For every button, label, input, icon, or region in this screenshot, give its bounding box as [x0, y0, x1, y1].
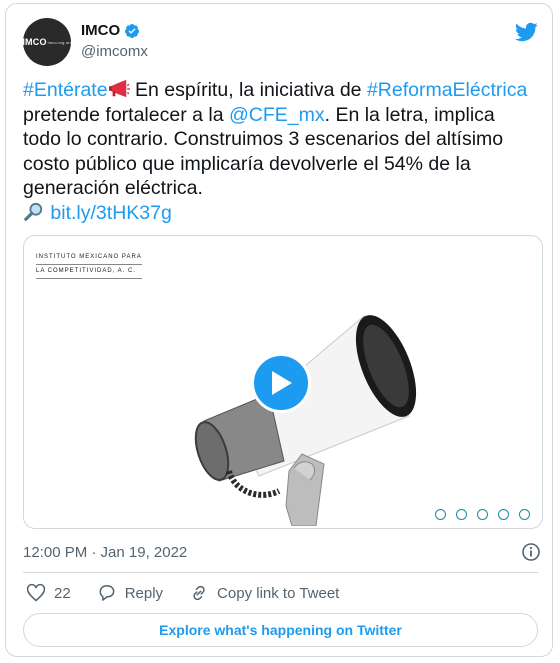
tweet-card: IMCO imco.org.mx IMCO @imcomx #Entérate E…	[5, 3, 553, 657]
reply-label: Reply	[124, 584, 164, 602]
avatar-logo-subtext: imco.org.mx	[47, 39, 72, 45]
video-media[interactable]: INSTITUTO MEXICANO PARA LA COMPETITIVIDA…	[23, 235, 543, 529]
explore-button[interactable]: Explore what's happening on Twitter	[23, 613, 538, 647]
avatar-logo-text: IMCO	[22, 37, 47, 47]
twitter-bird-icon[interactable]	[514, 20, 538, 44]
like-button[interactable]: 22	[26, 583, 71, 603]
tweet-timestamp[interactable]: 12:00 PM · Jan 19, 2022	[23, 544, 187, 561]
avatar[interactable]: IMCO imco.org.mx	[22, 18, 72, 66]
hashtag-enterate[interactable]: #Entérate	[23, 79, 108, 101]
media-org-line1: INSTITUTO MEXICANO PARA	[36, 252, 142, 265]
divider	[23, 572, 538, 573]
play-icon	[272, 371, 292, 395]
media-org-label: INSTITUTO MEXICANO PARA LA COMPETITIVIDA…	[36, 252, 142, 280]
reply-icon	[99, 585, 115, 601]
link-icon	[193, 585, 205, 601]
mention-cfe[interactable]: @CFE_mx	[229, 104, 325, 126]
magnifying-glass-icon	[24, 202, 43, 221]
like-count: 22	[54, 584, 71, 602]
megaphone-emoji-icon	[108, 79, 130, 98]
tweet-actions: 22 Reply Copy link to Tweet	[26, 580, 365, 606]
tweet-text-part1: En espíritu, la iniciativa de	[129, 79, 367, 101]
tweet-text-part2: pretende fortalecer a la	[23, 103, 229, 126]
copy-link-label: Copy link to Tweet	[217, 584, 340, 602]
linkedin-icon	[519, 509, 530, 520]
reply-button[interactable]: Reply	[97, 583, 163, 603]
author-name-row[interactable]: IMCO	[81, 22, 140, 39]
heart-icon	[26, 583, 46, 602]
copy-link-button[interactable]: Copy link to Tweet	[189, 583, 339, 603]
media-social-icons	[435, 509, 530, 520]
author-name[interactable]: IMCO	[81, 22, 120, 39]
author-handle[interactable]: @imcomx	[81, 43, 148, 60]
hashtag-reforma-electrica[interactable]: #ReformaEléctrica	[367, 79, 527, 101]
facebook-icon	[456, 509, 467, 520]
tweet-text: #Entérate En espíritu, la iniciativa de …	[23, 78, 538, 225]
tweet-link[interactable]: bit.ly/3tHK37g	[50, 202, 171, 224]
media-org-line2: LA COMPETITIVIDAD, A. C.	[36, 266, 142, 279]
tweet-body: #Entérate En espíritu, la iniciativa de …	[23, 78, 538, 201]
youtube-icon	[498, 509, 509, 520]
twitter-icon	[435, 509, 446, 520]
instagram-icon	[477, 509, 488, 520]
verified-badge-icon	[125, 23, 140, 38]
tweet-link-line: bit.ly/3tHK37g	[23, 201, 538, 226]
play-button[interactable]	[251, 353, 311, 413]
info-icon[interactable]	[521, 542, 541, 562]
